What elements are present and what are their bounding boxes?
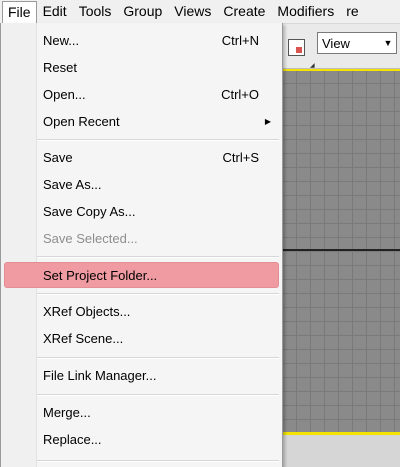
menu-item-label: File Link Manager...	[43, 368, 157, 383]
menu-item-open[interactable]: Open... Ctrl+O	[4, 82, 279, 108]
menu-item-save-selected: Save Selected...	[4, 226, 279, 252]
menu-item-label: Open Recent	[43, 114, 120, 129]
viewport-grid[interactable]	[282, 69, 400, 467]
menu-separator	[37, 460, 279, 462]
menu-item-merge[interactable]: Merge...	[4, 400, 279, 426]
menu-item-label: Save Copy As...	[43, 204, 136, 219]
menu-file[interactable]: File	[2, 0, 37, 23]
chevron-down-icon[interactable]: ▼	[380, 34, 396, 52]
menu-item-label: Open...	[43, 87, 86, 102]
menu-modifiers[interactable]: Modifiers	[271, 1, 340, 22]
menu-group[interactable]: Group	[117, 1, 168, 22]
menu-item-label: Set Project Folder...	[43, 268, 158, 283]
active-viewport-border	[282, 69, 400, 71]
menu-item-label: Save	[43, 150, 73, 165]
menu-item-label: Replace...	[43, 432, 102, 447]
menu-item-xref-objects[interactable]: XRef Objects...	[4, 299, 279, 325]
menu-item-set-project-folder[interactable]: Set Project Folder...	[4, 262, 279, 288]
menu-item-xref-scene[interactable]: XRef Scene...	[4, 326, 279, 352]
file-menu-dropdown: New... Ctrl+N Reset Open... Ctrl+O Open …	[0, 23, 283, 467]
menu-item-shortcut: Ctrl+O	[221, 87, 259, 102]
menu-item-replace[interactable]: Replace...	[4, 427, 279, 453]
menu-separator	[37, 139, 279, 141]
reference-coordinate-select[interactable]: View ▼	[317, 32, 397, 54]
menu-bar: File Edit Tools Group Views Create Modif…	[0, 0, 400, 24]
reference-coordinate-value: View	[322, 35, 350, 51]
menu-item-shortcut: Ctrl+S	[222, 150, 259, 165]
menu-edit[interactable]: Edit	[37, 1, 73, 22]
menu-create[interactable]: Create	[217, 1, 271, 22]
menu-separator	[37, 394, 279, 396]
menu-item-save[interactable]: Save Ctrl+S	[4, 145, 279, 171]
menu-item-save-as[interactable]: Save As...	[4, 172, 279, 198]
color-swatch-icon[interactable]	[288, 39, 305, 56]
viewport-bottom-bar	[282, 435, 400, 467]
menu-item-file-link-manager[interactable]: File Link Manager...	[4, 363, 279, 389]
menu-item-label: XRef Scene...	[43, 331, 124, 346]
menu-item-label: Save Selected...	[43, 231, 138, 246]
menu-item-reset[interactable]: Reset	[4, 55, 279, 81]
viewport-divider[interactable]	[282, 249, 400, 251]
menu-separator	[37, 293, 279, 295]
menu-item-new[interactable]: New... Ctrl+N	[4, 28, 279, 54]
flyout-triangle-icon: ◢	[310, 63, 315, 69]
menu-item-shortcut: Ctrl+N	[221, 33, 259, 48]
menu-item-label: Reset	[43, 60, 77, 75]
menu-item-label: New...	[43, 33, 80, 48]
submenu-arrow-icon: ▶	[264, 117, 271, 126]
viewport-toolbar: ◢ View ▼	[282, 24, 400, 69]
menu-item-label: XRef Objects...	[43, 304, 131, 319]
menu-separator	[37, 256, 279, 258]
menu-separator	[37, 357, 279, 359]
menu-views[interactable]: Views	[168, 1, 217, 22]
menu-tools[interactable]: Tools	[73, 1, 118, 22]
menu-item-label: Save As...	[43, 177, 102, 192]
menu-item-save-copy-as[interactable]: Save Copy As...	[4, 199, 279, 225]
menu-item-open-recent[interactable]: Open Recent ▶	[4, 109, 279, 135]
menu-item-label: Merge...	[43, 405, 91, 420]
menu-rendering-truncated[interactable]: re	[340, 1, 364, 22]
